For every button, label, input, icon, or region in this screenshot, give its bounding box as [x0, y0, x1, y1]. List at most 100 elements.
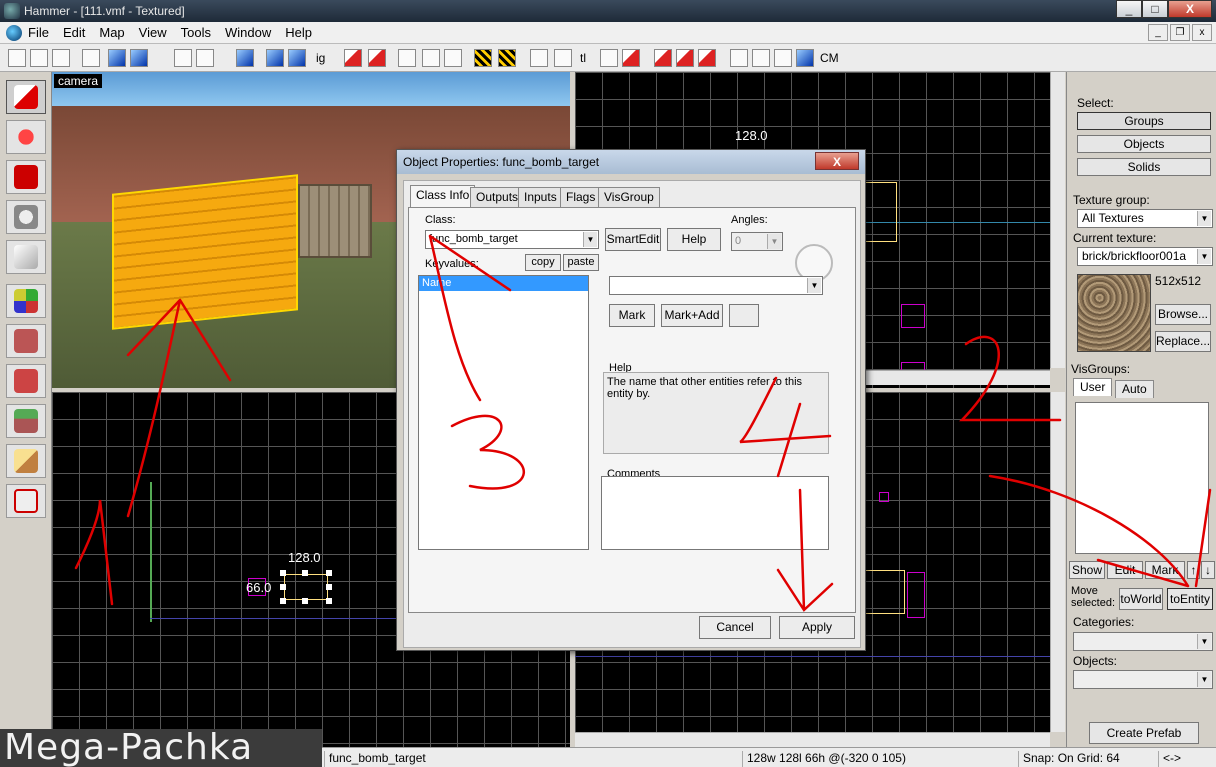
grid-large-icon[interactable]	[52, 49, 70, 67]
vis-icon[interactable]	[676, 49, 694, 67]
entity-tool[interactable]	[6, 200, 46, 234]
visgroup-edit-button[interactable]: Edit	[1107, 561, 1143, 579]
eyedropper-icon[interactable]	[729, 304, 759, 327]
angles-select[interactable]: 0 ▼	[731, 232, 783, 251]
texture-lock-button[interactable]: tl	[580, 51, 586, 65]
keyvalue-value-select[interactable]: ▼	[609, 276, 823, 295]
selected-brush-yellow[interactable]	[112, 174, 298, 330]
entity-outline[interactable]	[901, 304, 925, 328]
mdi-close-button[interactable]: x	[1192, 24, 1212, 41]
resize-handle[interactable]	[302, 570, 308, 576]
tab-flags[interactable]: Flags	[560, 187, 602, 207]
instance-icon[interactable]	[796, 49, 814, 67]
clipping-tool[interactable]	[6, 444, 46, 478]
cancel-button[interactable]: Cancel	[699, 616, 771, 639]
texture-preview[interactable]	[1077, 274, 1151, 352]
tab-outputs[interactable]: Outputs	[470, 187, 525, 207]
block-tool[interactable]	[6, 240, 46, 274]
selection-by-handles-icon[interactable]	[554, 49, 572, 67]
flip-icon[interactable]	[600, 49, 618, 67]
selected-brush-outline[interactable]	[284, 574, 328, 600]
categories-select[interactable]: ▼	[1073, 632, 1213, 651]
tab-visgroup[interactable]: VisGroup	[598, 187, 660, 207]
dialog-close-button[interactable]: X	[815, 152, 859, 170]
texture-lock-icon[interactable]	[344, 49, 362, 67]
tab-class-info[interactable]: Class Info	[410, 185, 476, 208]
texture-group-select[interactable]: All Textures ▼	[1077, 209, 1213, 228]
select-solids-button[interactable]: Solids	[1077, 158, 1211, 176]
selection-tool[interactable]	[6, 80, 46, 114]
browse-button[interactable]: Browse...	[1155, 304, 1211, 325]
help-button[interactable]: Help	[667, 228, 721, 251]
toggle-models-icon[interactable]	[498, 49, 516, 67]
mdi-restore-button[interactable]: ❐	[1170, 24, 1190, 41]
maximize-button[interactable]: □	[1142, 0, 1168, 18]
objects-select[interactable]: ▼	[1073, 670, 1213, 689]
camera-tool[interactable]	[6, 160, 46, 194]
cut-icon[interactable]	[398, 49, 416, 67]
grid-toggle-icon[interactable]	[8, 49, 26, 67]
tab-user[interactable]: User	[1073, 378, 1113, 396]
resize-handle[interactable]	[326, 584, 332, 590]
entity-outline-2[interactable]	[907, 572, 925, 618]
menu-window[interactable]: Window	[225, 25, 271, 40]
selection-box-icon[interactable]	[530, 49, 548, 67]
apply-current-texture-tool[interactable]	[6, 324, 46, 358]
smartedit-button[interactable]: SmartEdit	[605, 228, 661, 251]
visgroup-up-button[interactable]: ↑	[1187, 561, 1200, 579]
tab-inputs[interactable]: Inputs	[518, 187, 563, 207]
texture-application-tool[interactable]	[6, 284, 46, 318]
to-entity-button[interactable]: toEntity	[1167, 588, 1213, 610]
hide-objects-icon[interactable]	[266, 49, 284, 67]
replace-button[interactable]: Replace...	[1155, 331, 1211, 352]
menu-edit[interactable]: Edit	[63, 25, 85, 40]
close-button[interactable]: X	[1168, 0, 1212, 18]
menu-map[interactable]: Map	[99, 25, 124, 40]
select-objects-button[interactable]: Objects	[1077, 135, 1211, 153]
mark-add-button[interactable]: Mark+Add	[661, 304, 723, 327]
carve-icon[interactable]	[236, 49, 254, 67]
menu-view[interactable]: View	[139, 25, 167, 40]
paste-icon[interactable]	[444, 49, 462, 67]
resize-handle[interactable]	[280, 570, 286, 576]
brush-outline[interactable]	[865, 570, 905, 614]
texture-scale-lock-icon[interactable]	[368, 49, 386, 67]
redo-icon[interactable]	[196, 49, 214, 67]
comments-textarea[interactable]	[601, 476, 829, 550]
radar-icon[interactable]	[752, 49, 770, 67]
top-view-scrollbar[interactable]	[1050, 72, 1065, 368]
vertex-tool[interactable]	[6, 484, 46, 518]
select-groups-button[interactable]: Groups	[1077, 112, 1211, 130]
transform-icon[interactable]	[622, 49, 640, 67]
wooden-crate[interactable]	[298, 184, 372, 258]
show-objects-icon[interactable]	[288, 49, 306, 67]
tab-auto[interactable]: Auto	[1115, 380, 1154, 398]
current-texture-select[interactable]: brick/brickfloor001a ▼	[1077, 247, 1213, 266]
resize-handle[interactable]	[280, 584, 286, 590]
create-prefab-button[interactable]: Create Prefab	[1089, 722, 1199, 744]
front-view-hscrollbar[interactable]	[575, 732, 1050, 747]
cm-button[interactable]: CM	[820, 51, 839, 65]
cordon-icon[interactable]	[730, 49, 748, 67]
class-select[interactable]: func_bomb_target ▼	[425, 230, 599, 249]
visgroup-show-button[interactable]: Show	[1069, 561, 1105, 579]
mdi-minimize-button[interactable]: _	[1148, 24, 1168, 41]
magnify-tool[interactable]	[6, 120, 46, 154]
group-icon[interactable]	[108, 49, 126, 67]
minimize-button[interactable]: _	[1116, 0, 1142, 18]
grid-small-icon[interactable]	[30, 49, 48, 67]
visgroups-list[interactable]	[1075, 402, 1209, 554]
menu-tools[interactable]: Tools	[181, 25, 211, 40]
wireframe-icon[interactable]	[774, 49, 792, 67]
ignore-groups-button[interactable]: ig	[316, 51, 325, 65]
resize-handle[interactable]	[326, 570, 332, 576]
front-view-scrollbar[interactable]	[1050, 392, 1065, 732]
copy-button[interactable]: copy	[525, 254, 561, 271]
rad-icon[interactable]	[698, 49, 716, 67]
resize-handle[interactable]	[280, 598, 286, 604]
apply-button[interactable]: Apply	[779, 616, 855, 639]
menu-file[interactable]: File	[28, 25, 49, 40]
keyvalues-list[interactable]: Name	[418, 275, 589, 550]
toggle-helpers-icon[interactable]	[474, 49, 492, 67]
paste-button[interactable]: paste	[563, 254, 599, 271]
